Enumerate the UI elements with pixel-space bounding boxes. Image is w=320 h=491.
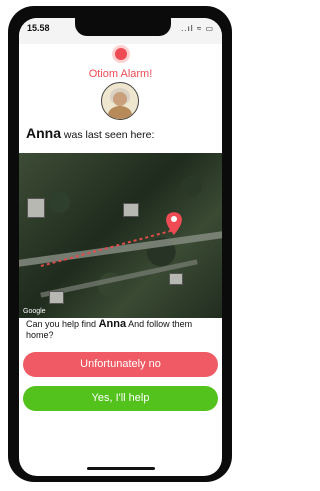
map-overlay [40, 212, 182, 267]
alarm-indicator-icon [112, 45, 130, 63]
map-attribution: Google [23, 308, 46, 315]
last-seen-suffix: was last seen here: [61, 129, 155, 141]
avatar-body [108, 106, 132, 119]
status-time: 15.58 [27, 23, 50, 33]
avatar [101, 82, 139, 120]
accept-button[interactable]: Yes, I'll help [23, 386, 218, 411]
alarm-title: Otiom Alarm! [88, 68, 153, 80]
decline-button[interactable]: Unfortunately no [23, 352, 218, 377]
last-seen-text: Anna was last seen here: [26, 125, 154, 141]
help-prompt-name: Anna [98, 318, 127, 330]
avatar-face [113, 92, 127, 106]
satellite-map[interactable]: Google [19, 153, 222, 318]
person-name: Anna [26, 125, 61, 141]
help-prompt: Can you help find Anna And follow them h… [26, 319, 216, 341]
status-bar: 15.58 ..ıl ≈ ▭ [19, 18, 222, 44]
camera-notch [75, 18, 171, 36]
status-icons: ..ıl ≈ ▭ [181, 24, 214, 33]
help-prompt-prefix: Can you help find [26, 319, 99, 329]
home-indicator[interactable] [87, 467, 155, 470]
route-path [40, 229, 175, 267]
app-screen: 15.58 ..ıl ≈ ▭ Otiom Alarm! Anna was las… [19, 18, 222, 476]
